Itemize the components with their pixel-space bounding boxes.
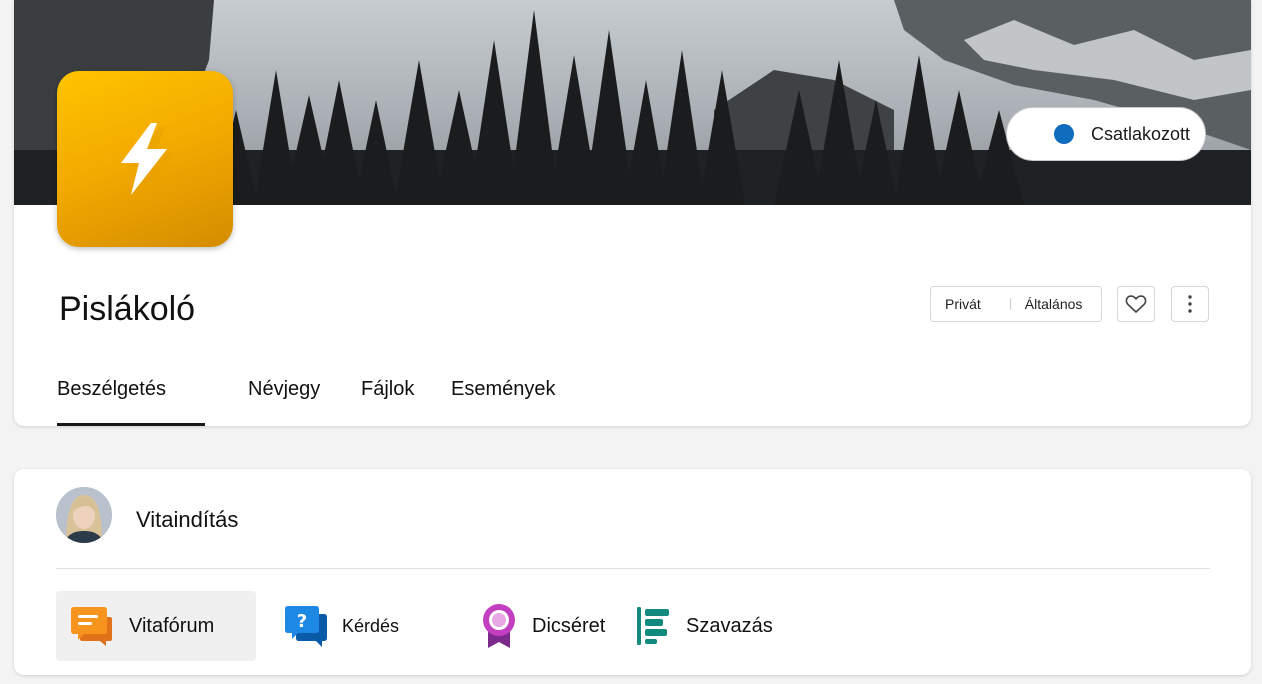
svg-text:?: ? <box>297 611 307 632</box>
composer-divider <box>56 568 1210 569</box>
tab-conversations[interactable]: Beszélgetés <box>57 378 166 401</box>
tab-events[interactable]: Események <box>451 378 556 401</box>
privacy-tag: Privát <box>945 296 981 312</box>
start-discussion-prompt[interactable]: Vitaindítás <box>136 507 238 533</box>
praise-icon <box>483 604 515 648</box>
tag-divider <box>1009 298 1011 310</box>
praise-button[interactable]: Dicséret <box>482 591 632 661</box>
heart-icon <box>1125 295 1147 313</box>
checkmark-icon <box>1008 110 1074 144</box>
poll-label: Szavazás <box>686 614 773 637</box>
question-button[interactable]: ? Kérdés <box>284 591 454 661</box>
discussion-icon <box>71 607 112 646</box>
poll-icon <box>637 607 669 645</box>
community-logo <box>57 71 233 247</box>
tab-about[interactable]: Névjegy <box>248 378 320 401</box>
lightning-bolt-icon <box>121 123 175 199</box>
favorite-button[interactable] <box>1117 286 1155 322</box>
category-tag: Általános <box>1024 296 1083 312</box>
poll-button[interactable]: Szavazás <box>636 591 806 661</box>
discussion-label: Vitafórum <box>129 614 215 637</box>
community-title: Pislákoló <box>59 290 196 328</box>
community-tags: Privát Általános <box>930 286 1102 322</box>
joined-button[interactable]: Csatlakozott <box>1006 107 1206 161</box>
question-label: Kérdés <box>342 615 400 636</box>
praise-label: Dicséret <box>532 614 606 637</box>
community-header-card: Csatlakozott Pislákoló Privát Általános … <box>14 0 1251 426</box>
tab-files[interactable]: Fájlok <box>361 378 414 401</box>
avatar <box>56 487 112 543</box>
composer-card: Vitaindítás Vitafórum ? Kérdés Dicséret <box>14 469 1251 675</box>
discussion-button[interactable]: Vitafórum <box>56 591 256 661</box>
question-icon: ? <box>285 606 327 647</box>
more-vertical-icon <box>1188 295 1192 313</box>
more-options-button[interactable] <box>1171 286 1209 322</box>
user-portrait-icon <box>56 487 112 543</box>
joined-label: Csatlakozott <box>1091 123 1191 144</box>
active-tab-indicator <box>57 423 205 426</box>
